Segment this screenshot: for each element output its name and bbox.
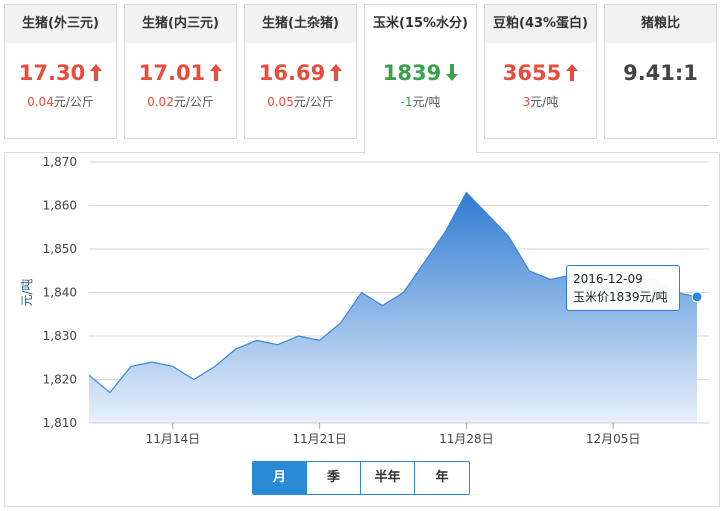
card-change-unit: 元/吨 xyxy=(530,95,559,109)
card-value: 9.41:1 xyxy=(623,61,698,85)
y-tick-label: 1,840 xyxy=(43,286,77,300)
card-change: 0.04元/公斤 xyxy=(5,93,116,110)
card-change-unit: 元/吨 xyxy=(412,95,441,109)
tab-half-year[interactable]: 半年 xyxy=(361,462,415,494)
tab-quarter[interactable]: 季 xyxy=(307,462,361,494)
card-change-value: 0.04 xyxy=(27,95,54,109)
card-change-value: 0.05 xyxy=(267,95,294,109)
card-value: 17.01 xyxy=(138,61,206,85)
card-change-value: 0.02 xyxy=(147,95,174,109)
x-tick-label: 11月14日 xyxy=(146,432,201,446)
x-tick-label: 11月28日 xyxy=(439,432,494,446)
card-title: 豆粕(43%蛋白) xyxy=(485,5,596,43)
card-value-row: 1839 xyxy=(365,59,476,87)
card-change-unit: 元/公斤 xyxy=(173,95,214,109)
arrow-up-icon xyxy=(566,60,579,88)
card-value: 16.69 xyxy=(258,61,326,85)
card-value: 3655 xyxy=(502,61,562,85)
tooltip-date: 2016-12-09 xyxy=(573,272,643,286)
card-value: 17.30 xyxy=(18,61,86,85)
y-tick-label: 1,830 xyxy=(43,329,77,343)
range-tabs: 月 季 半年 年 xyxy=(252,461,470,495)
y-tick-label: 1,810 xyxy=(43,416,77,430)
arrow-up-icon xyxy=(210,60,223,88)
y-tick-label: 1,870 xyxy=(43,155,77,169)
card-value-row: 17.30 xyxy=(5,59,116,87)
tooltip-text: 玉米价1839元/吨 xyxy=(573,290,668,304)
x-tick-label: 11月21日 xyxy=(292,432,347,446)
y-tick-label: 1,850 xyxy=(43,242,77,256)
price-card[interactable]: 豆粕(43%蛋白) 3655 3元/吨 xyxy=(484,4,597,139)
tab-month[interactable]: 月 xyxy=(253,462,307,494)
price-card[interactable]: 生猪(内三元) 17.01 0.02元/公斤 xyxy=(124,4,237,139)
card-value-row: 17.01 xyxy=(125,59,236,87)
card-change-unit: 元/公斤 xyxy=(293,95,334,109)
highlight-point xyxy=(691,291,703,303)
y-tick-label: 1,860 xyxy=(43,199,77,213)
card-title: 玉米(15%水分) xyxy=(365,5,476,43)
card-title: 生猪(土杂猪) xyxy=(245,5,356,43)
price-card[interactable]: 生猪(外三元) 17.30 0.04元/公斤 xyxy=(4,4,117,139)
price-card[interactable]: 猪粮比 9.41:1 xyxy=(604,4,717,139)
arrow-down-icon xyxy=(446,60,459,88)
y-tick-label: 1,820 xyxy=(43,373,77,387)
y-axis-label: 元/吨 xyxy=(20,278,34,306)
card-change: 0.02元/公斤 xyxy=(125,93,236,110)
card-value: 1839 xyxy=(382,61,442,85)
card-change: 3元/吨 xyxy=(485,93,596,110)
card-title: 生猪(外三元) xyxy=(5,5,116,43)
arrow-up-icon xyxy=(330,60,343,88)
card-change: -1元/吨 xyxy=(365,93,476,110)
card-title: 猪粮比 xyxy=(605,5,716,43)
card-value-row: 16.69 xyxy=(245,59,356,87)
price-card[interactable]: 玉米(15%水分) 1839 -1元/吨 xyxy=(364,4,477,154)
x-tick-label: 12月05日 xyxy=(586,432,641,446)
card-title: 生猪(内三元) xyxy=(125,5,236,43)
card-value-row: 9.41:1 xyxy=(605,59,716,87)
price-dashboard: 生猪(外三元) 17.30 0.04元/公斤 生猪(内三元) 17.01 0.0… xyxy=(0,0,724,511)
card-change-unit: 元/公斤 xyxy=(53,95,94,109)
card-change-value: -1 xyxy=(400,95,413,109)
chart-tooltip: 2016-12-09 玉米价1839元/吨 xyxy=(566,265,680,311)
tab-year[interactable]: 年 xyxy=(415,462,469,494)
card-value-row: 3655 xyxy=(485,59,596,87)
price-card[interactable]: 生猪(土杂猪) 16.69 0.05元/公斤 xyxy=(244,4,357,139)
price-area-chart[interactable]: 1,810 1,820 1,830 1,840 1,850 1,860 1,870 11月14… xyxy=(5,153,721,508)
arrow-up-icon xyxy=(90,60,103,88)
card-change: 0.05元/公斤 xyxy=(245,93,356,110)
chart-panel: 1,810 1,820 1,830 1,840 1,850 1,860 1,870 11月14… xyxy=(4,152,720,507)
